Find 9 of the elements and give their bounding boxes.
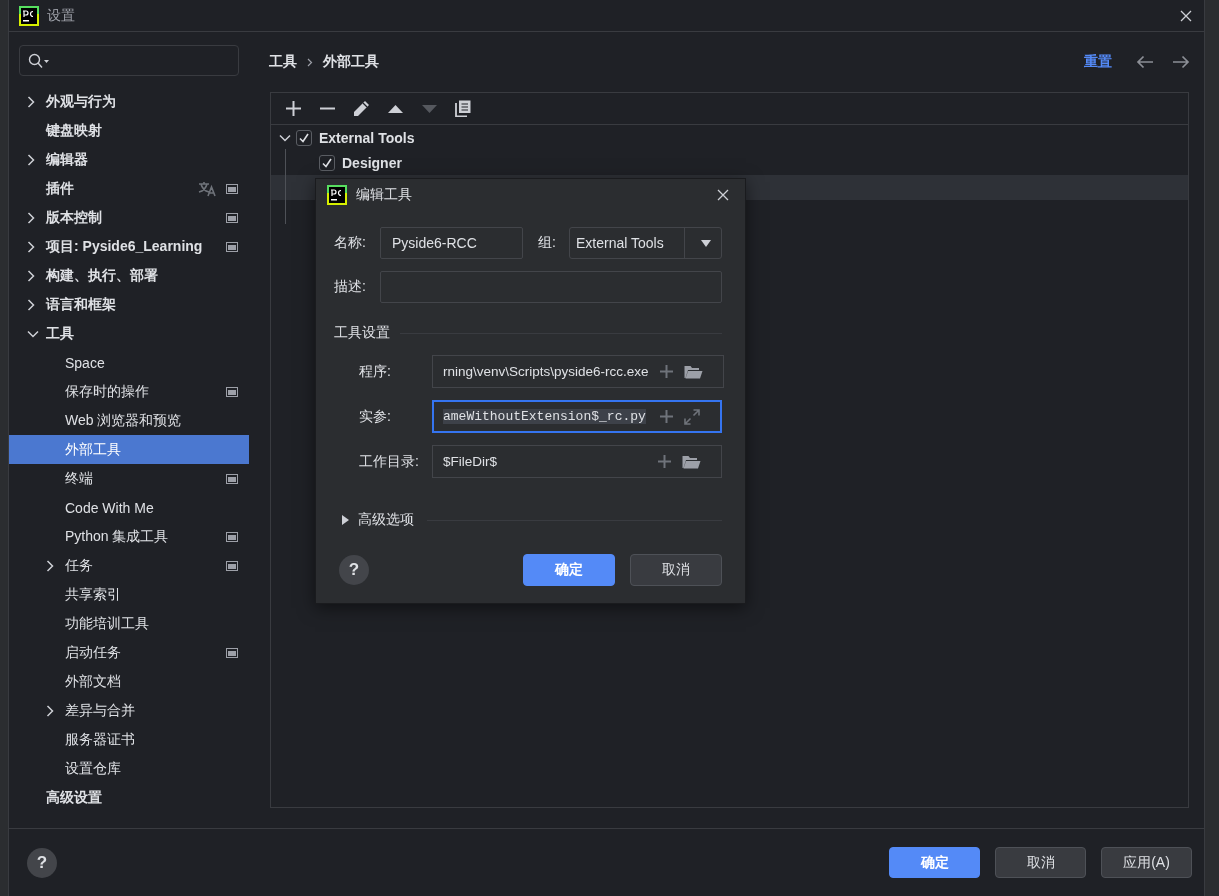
field-label: 组: (538, 234, 557, 252)
window-title: 设置 (47, 6, 76, 25)
field-label: 工作目录: (359, 452, 420, 471)
field-label: 实参: (359, 407, 392, 426)
field-label: 名称: (334, 234, 367, 252)
dialog-title: 编辑工具 (356, 185, 413, 204)
field-label: 描述: (334, 278, 367, 296)
section-title: 工具设置 (334, 324, 390, 342)
field-label: 程序: (359, 362, 392, 381)
